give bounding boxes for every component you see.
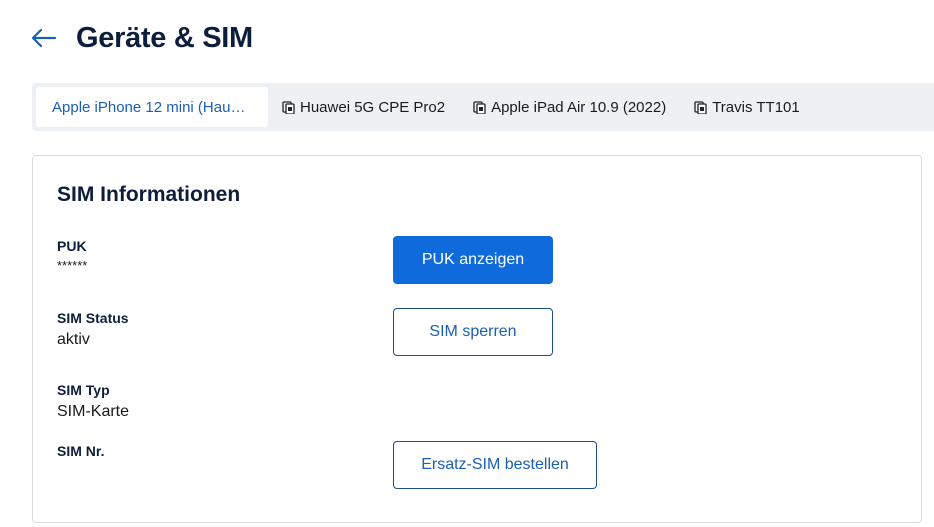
tab-apple-ipad-air[interactable]: Apple iPad Air 10.9 (2022) [459,87,680,127]
page-header: Geräte & SIM [30,18,253,58]
page-title: Geräte & SIM [76,21,253,54]
tab-label: Travis TT101 [712,98,800,116]
show-puk-button[interactable]: PUK anzeigen [393,236,553,284]
tab-apple-iphone-12-mini[interactable]: Apple iPhone 12 mini (Hauptgerät) [36,87,268,127]
tab-label: Apple iPad Air 10.9 (2022) [491,98,667,116]
back-arrow-icon[interactable] [30,24,58,52]
sim-number-label: SIM Nr. [57,443,105,459]
device-icon [694,100,707,115]
sim-info-card: SIM Informationen PUK ****** PUK anzeige… [32,155,922,523]
tab-label: Huawei 5G CPE Pro2 [300,98,446,116]
tab-label: Apple iPhone 12 mini (Hauptgerät) [52,98,252,116]
device-icon [473,100,486,115]
card-title: SIM Informationen [57,183,241,206]
tab-travis-tt101[interactable]: Travis TT101 [680,87,814,127]
sim-status-value: aktiv [57,331,90,348]
device-icon [282,100,295,115]
tab-huawei-5g-cpe-pro2[interactable]: Huawei 5G CPE Pro2 [268,87,459,127]
device-tabs: Apple iPhone 12 mini (Hauptgerät) Huawei… [32,83,934,131]
sim-type-value: SIM-Karte [57,403,130,420]
order-replacement-sim-button[interactable]: Ersatz-SIM bestellen [393,441,597,489]
sim-type-label: SIM Typ [57,382,110,398]
lock-sim-button[interactable]: SIM sperren [393,308,553,356]
puk-label: PUK [57,238,87,254]
puk-value: ****** [57,258,88,273]
sim-status-label: SIM Status [57,310,129,326]
